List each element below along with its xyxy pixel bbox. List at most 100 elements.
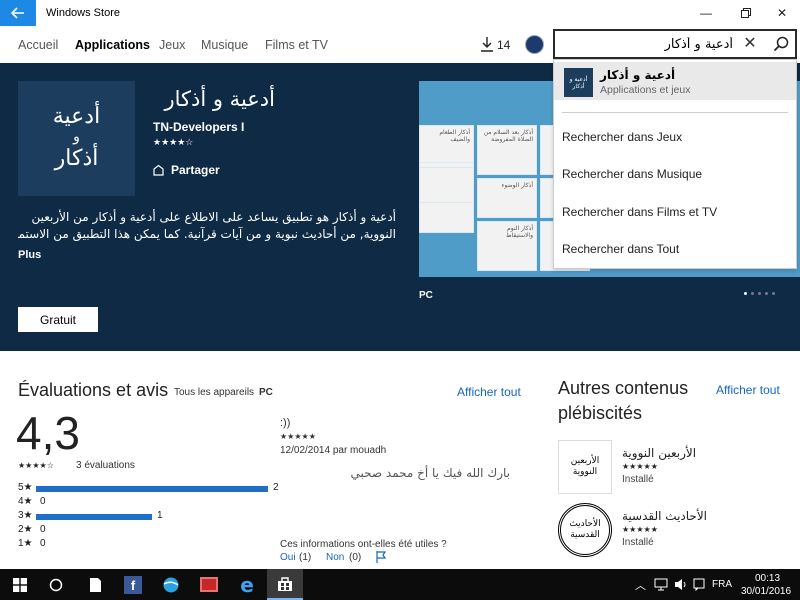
search-button[interactable]	[769, 33, 793, 55]
device-filter-all[interactable]: Tous les appareils	[174, 387, 254, 398]
taskview-button[interactable]	[38, 569, 74, 600]
other-title-line1: Autres contenus	[558, 378, 689, 398]
back-button[interactable]	[0, 0, 36, 26]
window-title: Windows Store	[46, 7, 120, 19]
suggestion-search-films[interactable]: Rechercher dans Films et TV	[562, 205, 717, 219]
arrow-left-icon	[11, 7, 24, 19]
description-line: أدعية و أذكار هو تطبيق يساعد على الاطلاع…	[31, 210, 396, 224]
rating-bar-label: 5★	[18, 482, 33, 493]
carousel-dot[interactable]	[744, 292, 747, 295]
rating-bar-count: 1	[157, 510, 163, 521]
other-item-status: Installé	[622, 474, 654, 485]
more-link[interactable]: Plus	[18, 249, 41, 261]
search-icon	[773, 36, 789, 52]
divider	[562, 112, 788, 113]
average-stars: ★★★★☆	[18, 461, 54, 470]
carousel-dot[interactable]	[765, 292, 768, 295]
review-stars: ★★★★★	[280, 432, 316, 441]
taskbar-app-file[interactable]	[77, 569, 113, 600]
app-logo: أدعية و أذكار	[18, 81, 135, 196]
nav-item-musique[interactable]: Musique	[201, 38, 248, 52]
suggestion-app-icon: أدعية و أذكار	[564, 68, 593, 97]
title-bar: Windows Store — ✕	[0, 0, 800, 26]
taskbar-app-edge[interactable]: e	[229, 569, 265, 600]
other-item-status: Installé	[622, 537, 654, 548]
other-item-stars: ★★★★★	[622, 462, 658, 471]
nav-item-films-tv[interactable]: Films et TV	[265, 38, 328, 52]
suggestion-search-jeux[interactable]: Rechercher dans Jeux	[562, 130, 682, 144]
helpful-no-count: (0)	[349, 552, 362, 563]
close-button[interactable]: ✕	[764, 0, 800, 26]
suggestion-app[interactable]: أدعية و أذكار أدعية و أذكار Applications…	[554, 62, 796, 100]
other-item-icon: الأحاديث القدسية	[558, 503, 612, 557]
search-suggestions: أدعية و أذكار أدعية و أذكار Applications…	[553, 59, 797, 269]
other-item-icon: الأربعين النووية	[558, 440, 612, 494]
helpful-yes-button[interactable]: Oui	[280, 552, 296, 563]
nav-item-applications[interactable]: Applications	[75, 38, 150, 52]
helpful-question: Ces informations ont-elles été utiles ?	[280, 539, 447, 550]
rating-bar-count: 2	[273, 482, 279, 493]
get-app-button[interactable]: Gratuit	[18, 307, 98, 332]
volume-icon[interactable]	[674, 578, 688, 591]
clear-search-button[interactable]: ✕	[741, 35, 759, 53]
rating-bar-label: 2★	[18, 524, 33, 535]
suggestion-search-tout[interactable]: Rechercher dans Tout	[562, 242, 679, 256]
helpful-no-button[interactable]: Non	[326, 552, 344, 563]
review-text: بارك الله فيك يا أخ محمد صحبي	[350, 466, 510, 480]
taskbar-app-store[interactable]	[267, 569, 303, 600]
taskbar-app-facebook[interactable]: f	[115, 569, 151, 600]
clock-time[interactable]: 00:13	[755, 573, 780, 584]
avatar[interactable]	[525, 35, 544, 54]
review-meta: 12/02/2014 par mouadh	[280, 445, 387, 456]
network-icon[interactable]	[654, 578, 668, 591]
suggestion-app-category: Applications et jeux	[600, 84, 691, 96]
other-title-line2: plébiscités	[558, 403, 643, 423]
clock-date[interactable]: 30/01/2016	[741, 586, 791, 597]
share-label: Partager	[171, 163, 220, 177]
share-icon	[153, 164, 164, 176]
search-input[interactable]	[559, 34, 733, 54]
nav-item-jeux[interactable]: Jeux	[159, 38, 185, 52]
maximize-button[interactable]	[728, 0, 764, 26]
download-icon[interactable]	[480, 36, 494, 52]
taskbar: f e ︿ FRA 00:13 30/01/2016	[0, 569, 800, 600]
ratings-title: Évaluations et avis	[18, 380, 169, 400]
rating-bar-label: 3★	[18, 510, 33, 521]
app-developer[interactable]: TN-Developers I	[153, 120, 244, 134]
store-bag-icon	[278, 576, 292, 591]
device-filter-pc[interactable]: PC	[259, 387, 273, 398]
average-rating: 4,3	[16, 407, 80, 459]
rating-bar	[36, 486, 268, 492]
app-title: أدعية و أذكار	[164, 87, 275, 111]
carousel-dot[interactable]	[751, 292, 754, 295]
nav-item-accueil[interactable]: Accueil	[18, 38, 58, 52]
document-icon	[89, 577, 101, 592]
other-item-title: الأحاديث القدسية	[622, 509, 708, 523]
taskbar-app-3[interactable]	[153, 569, 189, 600]
close-icon: ✕	[776, 6, 788, 20]
minimize-button[interactable]: —	[688, 0, 724, 26]
message-icon[interactable]	[693, 578, 705, 591]
share-button[interactable]: Partager	[152, 163, 220, 177]
carousel-dot[interactable]	[772, 292, 775, 295]
suggestion-search-musique[interactable]: Rechercher dans Musique	[562, 167, 702, 181]
rating-bar	[36, 514, 152, 520]
search-box: ✕	[553, 29, 797, 59]
app-description: أدعية و أذكار هو تطبيق يساعد على الاطلاع…	[18, 209, 396, 243]
app-rating-stars: ★★★★☆	[153, 137, 194, 147]
news-icon	[200, 577, 218, 592]
start-button[interactable]	[2, 569, 38, 600]
windows-icon	[13, 577, 27, 592]
taskbar-app-news[interactable]	[191, 569, 227, 600]
report-flag-icon[interactable]	[376, 551, 386, 563]
downloads-count[interactable]: 14	[497, 38, 510, 52]
carousel-dots[interactable]	[744, 292, 775, 295]
carousel-dot[interactable]	[758, 292, 761, 295]
screenshot-tile	[419, 167, 474, 203]
language-indicator[interactable]: FRA	[712, 579, 732, 590]
chevron-up-icon[interactable]: ︿	[635, 577, 646, 593]
other-show-all-link[interactable]: Afficher tout	[716, 383, 780, 397]
logo-text-3: أذكار	[54, 145, 99, 171]
edge-icon: e	[240, 572, 254, 597]
ratings-show-all-link[interactable]: Afficher tout	[457, 385, 521, 399]
